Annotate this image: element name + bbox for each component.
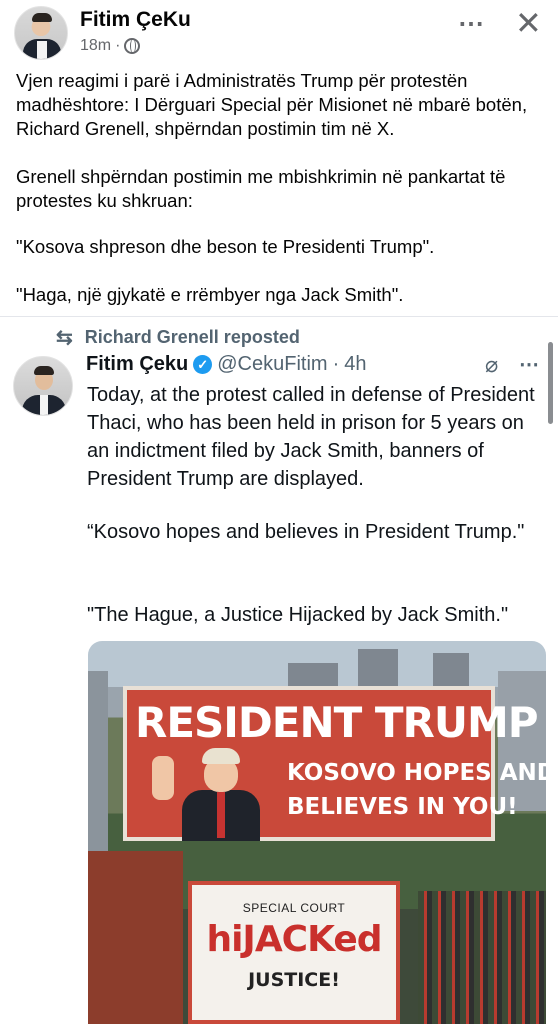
tweet-author-avatar[interactable] xyxy=(13,356,73,416)
post-paragraph: "Kosova shpreson dhe beson te Presidenti… xyxy=(16,236,435,257)
author-avatar[interactable] xyxy=(14,6,68,60)
repost-icon: ⇆ xyxy=(56,327,73,349)
tweet-author-name[interactable]: Fitim Çeku xyxy=(86,353,188,376)
post-meta: 18m · xyxy=(80,37,141,55)
embed-divider xyxy=(0,316,558,317)
banner-hijacked-title: hiJACKed xyxy=(206,919,382,960)
banner-trump: RESIDENT TRUMP KOSOVO HOPES AND BELIEVES… xyxy=(123,686,546,841)
verified-badge-icon: ✓ xyxy=(193,355,213,374)
banner-trump-title: RESIDENT TRUMP xyxy=(135,698,539,747)
banner-hijacked-subtitle: SPECIAL COURT xyxy=(242,901,346,915)
tweet-header: Fitim Çeku ✓ @CekuFitim · 4h xyxy=(86,353,366,376)
tweet-more-icon[interactable]: ⋯ xyxy=(519,352,540,377)
post-paragraph: "Haga, një gjykatë e rrëmbyer nga Jack S… xyxy=(16,284,404,305)
post-paragraph: Grenell shpërndan postimin me mbishkrimi… xyxy=(16,166,506,211)
scrollbar[interactable] xyxy=(548,342,553,424)
banner-trump-line: BELIEVES IN YOU! xyxy=(287,794,518,820)
banner-hijacked: SPECIAL COURT hiJACKed JUSTICE! xyxy=(188,881,400,1024)
tweet-separator: · xyxy=(332,353,340,375)
post-header: Fitim ÇeKu 18m · ⋯ ✕ xyxy=(0,0,558,64)
tweet-paragraph: Today, at the protest called in defense … xyxy=(87,384,535,490)
tweet-handle[interactable]: @CekuFitim xyxy=(217,353,327,376)
meta-separator: · xyxy=(115,37,121,54)
banner-trump-line: KOSOVO HOPES AND xyxy=(287,760,546,786)
close-icon[interactable]: ✕ xyxy=(515,4,542,42)
tweet-paragraph: "The Hague, a Justice Hijacked by Jack S… xyxy=(87,604,509,626)
banner-hijacked-bottom: JUSTICE! xyxy=(248,969,340,991)
post-time[interactable]: 18m xyxy=(80,37,111,55)
trump-portrait xyxy=(152,748,262,841)
post-paragraph: Vjen reagimi i parë i Administratës Trum… xyxy=(16,70,528,139)
tweet-time[interactable]: 4h xyxy=(344,353,366,376)
globe-icon xyxy=(124,38,141,54)
tweet-paragraph: “Kosovo hopes and believes in President … xyxy=(87,521,525,543)
tweet-photo[interactable]: RESIDENT TRUMP KOSOVO HOPES AND BELIEVES… xyxy=(88,641,546,1024)
repost-indicator: ⇆ Richard Grenell reposted xyxy=(56,325,300,350)
reposted-by-label[interactable]: Richard Grenell reposted xyxy=(85,327,300,348)
more-options-icon[interactable]: ⋯ xyxy=(458,8,485,39)
grok-icon[interactable]: ⌀ xyxy=(485,352,498,378)
author-name[interactable]: Fitim ÇeKu xyxy=(80,8,191,32)
